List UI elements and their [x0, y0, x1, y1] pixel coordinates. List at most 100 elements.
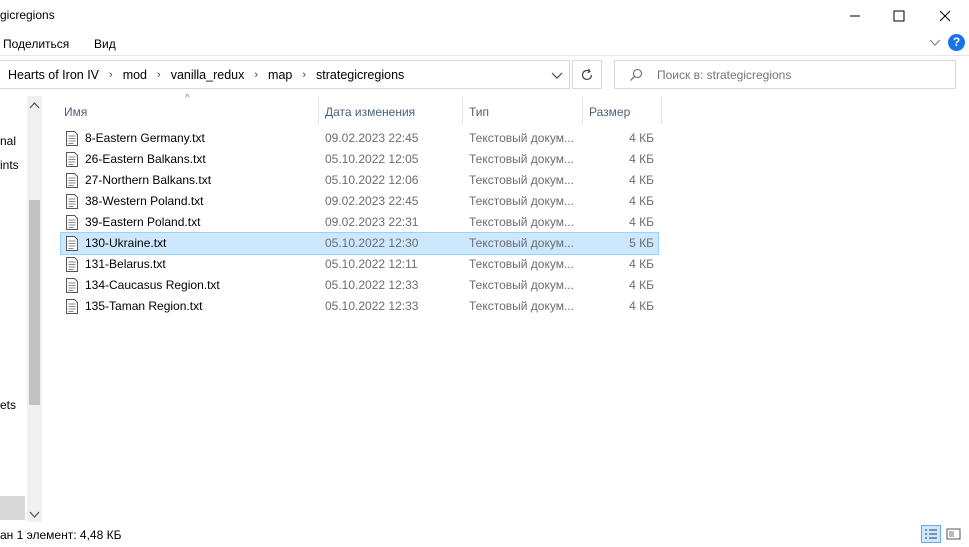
file-row[interactable]: 38-Western Poland.txt 09.02.2023 22:45 Тек… [61, 191, 658, 212]
file-name: 38-Western Poland.txt [85, 194, 204, 208]
breadcrumb-separator[interactable]: › [254, 69, 258, 81]
address-dropdown-icon[interactable] [551, 71, 563, 81]
text-file-icon [66, 131, 78, 146]
minimize-button[interactable] [832, 0, 878, 31]
search-input[interactable] [655, 66, 949, 83]
column-header-size[interactable]: Размер [589, 100, 654, 124]
search-icon [630, 68, 643, 81]
file-row[interactable]: 134-Caucasus Region.txt 05.10.2022 12:33 Т… [61, 275, 658, 296]
file-size: 4 КБ [629, 131, 654, 145]
minimize-icon [850, 15, 860, 16]
text-file-icon [66, 278, 78, 293]
text-file-icon [66, 257, 78, 272]
window-title: gicregions [0, 8, 55, 22]
file-row[interactable]: 130-Ukraine.txt 05.10.2022 12:30 Текстовый… [60, 232, 659, 255]
file-type: Текстовый докум... [469, 131, 574, 145]
column-header-type[interactable]: Тип [469, 100, 579, 124]
breadcrumb-mod[interactable]: mod [123, 68, 147, 82]
file-date: 05.10.2022 12:33 [325, 299, 419, 313]
file-type: Текстовый докум... [469, 173, 574, 187]
ribbon-expand-icon[interactable] [929, 38, 941, 48]
file-size: 5 КБ [629, 236, 654, 250]
scroll-down-icon[interactable] [29, 509, 40, 519]
file-row[interactable]: 135-Taman Region.txt 05.10.2022 12:33 Текс… [61, 296, 658, 317]
file-date: 05.10.2022 12:30 [325, 236, 419, 250]
nav-item-3[interactable]: ets [0, 398, 16, 412]
large-icons-view-button[interactable] [944, 525, 963, 543]
nav-item-1[interactable]: nal [0, 134, 16, 148]
ribbon-tab-view[interactable]: Вид [94, 37, 116, 51]
file-type: Текстовый докум... [469, 278, 574, 292]
ribbon: Поделиться Вид ? [0, 31, 969, 56]
text-file-icon [66, 236, 78, 251]
breadcrumb-vanilla-redux[interactable]: vanilla_redux [171, 68, 245, 82]
file-size: 4 КБ [629, 152, 654, 166]
large-icons-view-icon [946, 528, 961, 540]
file-type: Текстовый докум... [469, 152, 574, 166]
text-file-icon [66, 215, 78, 230]
breadcrumb-separator[interactable]: › [157, 69, 161, 81]
breadcrumb-map[interactable]: map [268, 68, 292, 82]
file-type: Текстовый докум... [469, 236, 574, 250]
search-box[interactable] [614, 60, 956, 89]
column-divider[interactable] [661, 96, 662, 124]
file-name: 130-Ukraine.txt [85, 236, 167, 250]
file-row[interactable]: 27-Northern Balkans.txt 05.10.2022 12:06 Т… [61, 170, 658, 191]
maximize-icon [893, 10, 905, 21]
nav-item-2[interactable]: ints [0, 158, 19, 172]
refresh-button[interactable] [572, 60, 602, 89]
file-date: 05.10.2022 12:06 [325, 173, 419, 187]
close-icon [939, 10, 951, 21]
column-divider[interactable] [462, 96, 463, 124]
breadcrumb-separator[interactable]: › [302, 69, 306, 81]
file-type: Текстовый докум... [469, 194, 574, 208]
ribbon-tab-share[interactable]: Поделиться [3, 37, 69, 51]
breadcrumb-separator[interactable]: › [109, 69, 113, 81]
details-view-button[interactable] [921, 525, 941, 543]
breadcrumb-hoi4[interactable]: Hearts of Iron IV [8, 68, 99, 82]
column-header-date[interactable]: Дата изменения [325, 100, 455, 124]
file-row[interactable]: 39-Eastern Poland.txt 09.02.2023 22:31 Тек… [61, 212, 658, 233]
breadcrumb-strategicregions[interactable]: strategicregions [316, 68, 404, 82]
file-type: Текстовый докум... [469, 257, 574, 271]
refresh-icon [581, 68, 593, 80]
file-name: 39-Eastern Poland.txt [85, 215, 201, 229]
text-file-icon [66, 194, 78, 209]
file-date: 05.10.2022 12:33 [325, 278, 419, 292]
file-date: 09.02.2023 22:31 [325, 215, 419, 229]
file-size: 4 КБ [629, 173, 654, 187]
file-size: 4 КБ [629, 194, 654, 208]
maximize-button[interactable] [876, 0, 922, 31]
help-icon[interactable]: ? [948, 34, 965, 51]
file-row[interactable]: 131-Belarus.txt 05.10.2022 12:11 Текстовый… [61, 254, 658, 275]
text-file-icon [66, 299, 78, 314]
file-type: Текстовый докум... [469, 299, 574, 313]
column-header-name[interactable]: Имя [64, 100, 314, 124]
column-divider[interactable] [318, 96, 319, 124]
file-size: 4 КБ [629, 299, 654, 313]
file-name: 134-Caucasus Region.txt [85, 278, 220, 292]
status-text: ан 1 элемент: 4,48 КБ [0, 528, 122, 542]
title-bar: gicregions [0, 0, 969, 31]
file-size: 4 КБ [629, 215, 654, 229]
nav-scrollbar-thumb[interactable] [29, 200, 40, 405]
close-button[interactable] [922, 0, 968, 31]
file-name: 27-Northern Balkans.txt [85, 173, 212, 187]
file-size: 4 КБ [629, 278, 654, 292]
column-divider[interactable] [582, 96, 583, 124]
file-name: 8-Eastern Germany.txt [85, 131, 205, 145]
text-file-icon [66, 173, 78, 188]
file-row[interactable]: 8-Eastern Germany.txt 09.02.2023 22:45 Тек… [61, 128, 658, 149]
address-bar[interactable]: Hearts of Iron IV › mod › vanilla_redux … [0, 60, 570, 89]
scroll-up-icon[interactable] [29, 101, 40, 111]
nav-selected-item[interactable] [0, 496, 25, 520]
file-name: 26-Eastern Balkans.txt [85, 152, 206, 166]
text-file-icon [66, 152, 78, 167]
file-date: 05.10.2022 12:11 [325, 257, 418, 271]
file-name: 131-Belarus.txt [85, 257, 166, 271]
details-view-icon [925, 529, 937, 539]
file-date: 05.10.2022 12:05 [325, 152, 419, 166]
file-row[interactable]: 26-Eastern Balkans.txt 05.10.2022 12:05 Те… [61, 149, 658, 170]
file-date: 09.02.2023 22:45 [325, 194, 419, 208]
file-type: Текстовый докум... [469, 215, 574, 229]
